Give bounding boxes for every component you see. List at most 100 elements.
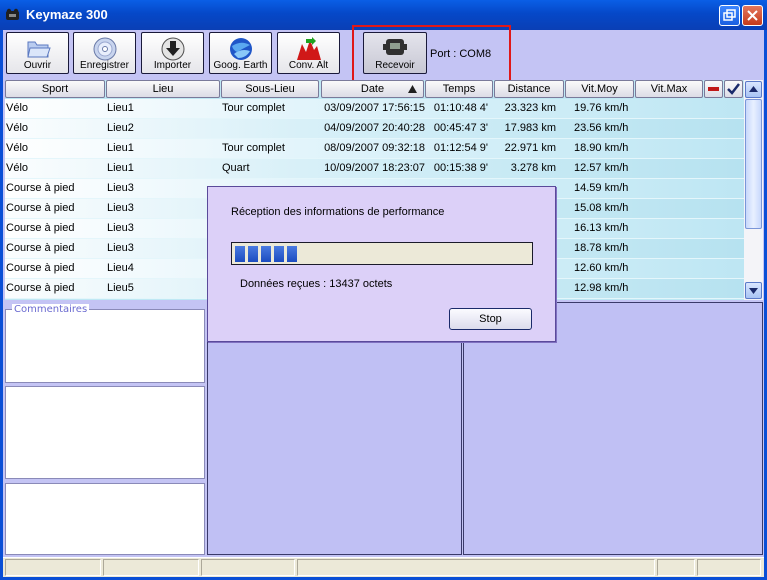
google-earth-button[interactable]: Goog. Earth xyxy=(209,32,272,74)
cell-sport: Vélo xyxy=(6,102,29,114)
restore-button[interactable] xyxy=(719,5,740,26)
status-segment-6 xyxy=(697,559,761,576)
table-row[interactable]: Vélo Lieu2 04/09/2007 20:40:28 00:45:47 3' 1… xyxy=(5,119,745,139)
cell-distance: 17.983 km xyxy=(504,122,556,134)
import-button[interactable]: Importer xyxy=(141,32,204,74)
restore-icon xyxy=(723,9,736,21)
progress-block xyxy=(287,246,297,262)
cell-lieu: Lieu4 xyxy=(107,262,134,274)
status-segment-5 xyxy=(657,559,695,576)
cell-sous-lieu: Tour complet xyxy=(222,142,285,154)
cell-sport: Vélo xyxy=(6,162,29,174)
cell-date: 08/09/2007 09:32:18 xyxy=(324,142,425,154)
notes-field-3[interactable] xyxy=(5,483,205,555)
notes-field-2[interactable] xyxy=(5,386,205,479)
column-header-vit-max[interactable]: Vit.Max xyxy=(635,80,703,98)
column-header-sport[interactable]: Sport xyxy=(5,80,105,98)
table-row[interactable]: Vélo Lieu1 Tour complet 08/09/2007 09:32:18… xyxy=(5,139,745,159)
cell-date: 04/09/2007 20:40:28 xyxy=(324,122,425,134)
close-button[interactable] xyxy=(742,5,763,26)
column-header-distance[interactable]: Distance xyxy=(494,80,564,98)
close-icon xyxy=(747,10,758,21)
disc-icon xyxy=(93,37,116,61)
progress-block xyxy=(261,246,271,262)
cell-sport: Course à pied xyxy=(6,282,75,294)
cell-sous-lieu: Quart xyxy=(222,162,250,174)
cell-vit-moy: 19.76 km/h xyxy=(574,102,629,114)
cell-temps: 01:10:48 4' xyxy=(433,102,488,114)
scroll-up-button[interactable] xyxy=(745,81,762,98)
cell-lieu: Lieu1 xyxy=(107,142,134,154)
stop-button[interactable]: Stop xyxy=(449,308,532,330)
check-button[interactable] xyxy=(724,80,743,98)
cell-sport: Course à pied xyxy=(6,242,75,254)
cell-lieu: Lieu2 xyxy=(107,122,134,134)
status-segment-1 xyxy=(5,559,101,576)
cell-vit-moy: 18.90 km/h xyxy=(574,142,629,154)
column-header-lieu[interactable]: Lieu xyxy=(106,80,220,98)
cell-distance: 22.971 km xyxy=(504,142,556,154)
table-row[interactable]: Vélo Lieu1 Tour complet 03/09/2007 17:56:15… xyxy=(5,99,745,119)
cell-lieu: Lieu3 xyxy=(107,182,134,194)
altitude-icon xyxy=(296,37,321,60)
cell-sport: Course à pied xyxy=(6,262,75,274)
minus-icon xyxy=(708,87,719,91)
google-earth-button-label: Goog. Earth xyxy=(213,60,268,71)
cell-vit-moy: 12.60 km/h xyxy=(574,262,629,274)
cell-date: 03/09/2007 17:56:15 xyxy=(324,102,425,114)
save-button[interactable]: Enregistrer xyxy=(73,32,136,74)
cell-lieu: Lieu3 xyxy=(107,202,134,214)
open-button-label: Ouvrir xyxy=(23,60,52,71)
cell-lieu: Lieu5 xyxy=(107,282,134,294)
column-header-date[interactable]: Date xyxy=(321,80,424,98)
status-segment-2 xyxy=(103,559,199,576)
column-header-sous-lieu[interactable]: Sous-Lieu xyxy=(221,80,319,98)
cell-sport: Course à pied xyxy=(6,182,75,194)
progress-bar xyxy=(231,242,533,265)
import-icon xyxy=(161,37,184,61)
cell-temps: 01:12:54 9' xyxy=(433,142,488,154)
arrow-down-icon xyxy=(749,288,758,294)
highlight-box xyxy=(352,25,511,86)
column-header-temps[interactable]: Temps xyxy=(425,80,493,98)
app-icon xyxy=(6,8,19,20)
cell-temps: 00:45:47 3' xyxy=(433,122,488,134)
cell-vit-moy: 12.98 km/h xyxy=(574,282,629,294)
cell-date: 10/09/2007 18:23:07 xyxy=(324,162,425,174)
conv-alt-button-label: Conv. Alt xyxy=(288,60,329,71)
scroll-down-button[interactable] xyxy=(745,282,762,299)
cell-distance: 23.323 km xyxy=(504,102,556,114)
cell-sport: Course à pied xyxy=(6,222,75,234)
column-header-date-label: Date xyxy=(360,83,385,95)
cell-sport: Vélo xyxy=(6,142,29,154)
cell-sport: Course à pied xyxy=(6,202,75,214)
received-bytes-label: Données reçues : 13437 octets xyxy=(240,278,393,290)
cell-lieu: Lieu3 xyxy=(107,242,134,254)
checkmark-icon xyxy=(727,83,740,95)
dialog-message: Réception des informations de performanc… xyxy=(231,206,445,218)
column-header-vit-moy[interactable]: Vit.Moy xyxy=(565,80,634,98)
remove-row-button[interactable] xyxy=(704,80,723,98)
conv-alt-button[interactable]: Conv. Alt xyxy=(277,32,340,74)
scroll-thumb[interactable] xyxy=(745,99,762,229)
comments-legend: Commentaires xyxy=(12,304,90,315)
status-segment-3 xyxy=(201,559,295,576)
cell-vit-moy: 18.78 km/h xyxy=(574,242,629,254)
cell-vit-moy: 14.59 km/h xyxy=(574,182,629,194)
cell-vit-moy: 12.57 km/h xyxy=(574,162,629,174)
open-button[interactable]: Ouvrir xyxy=(6,32,69,74)
folder-icon xyxy=(26,41,51,58)
save-button-label: Enregistrer xyxy=(80,60,129,71)
cell-lieu: Lieu1 xyxy=(107,102,134,114)
import-button-label: Importer xyxy=(153,60,192,71)
arrow-up-icon xyxy=(749,86,758,92)
cell-temps: 00:15:38 9' xyxy=(433,162,488,174)
progress-block xyxy=(248,246,258,262)
cell-vit-moy: 16.13 km/h xyxy=(574,222,629,234)
cell-sous-lieu: Tour complet xyxy=(222,102,285,114)
comments-field[interactable] xyxy=(5,309,205,383)
cell-lieu: Lieu1 xyxy=(107,162,134,174)
status-segment-4 xyxy=(297,559,655,576)
table-row[interactable]: Vélo Lieu1 Quart 10/09/2007 18:23:07 00:15:3… xyxy=(5,159,745,179)
window-title: Keymaze 300 xyxy=(26,7,108,22)
